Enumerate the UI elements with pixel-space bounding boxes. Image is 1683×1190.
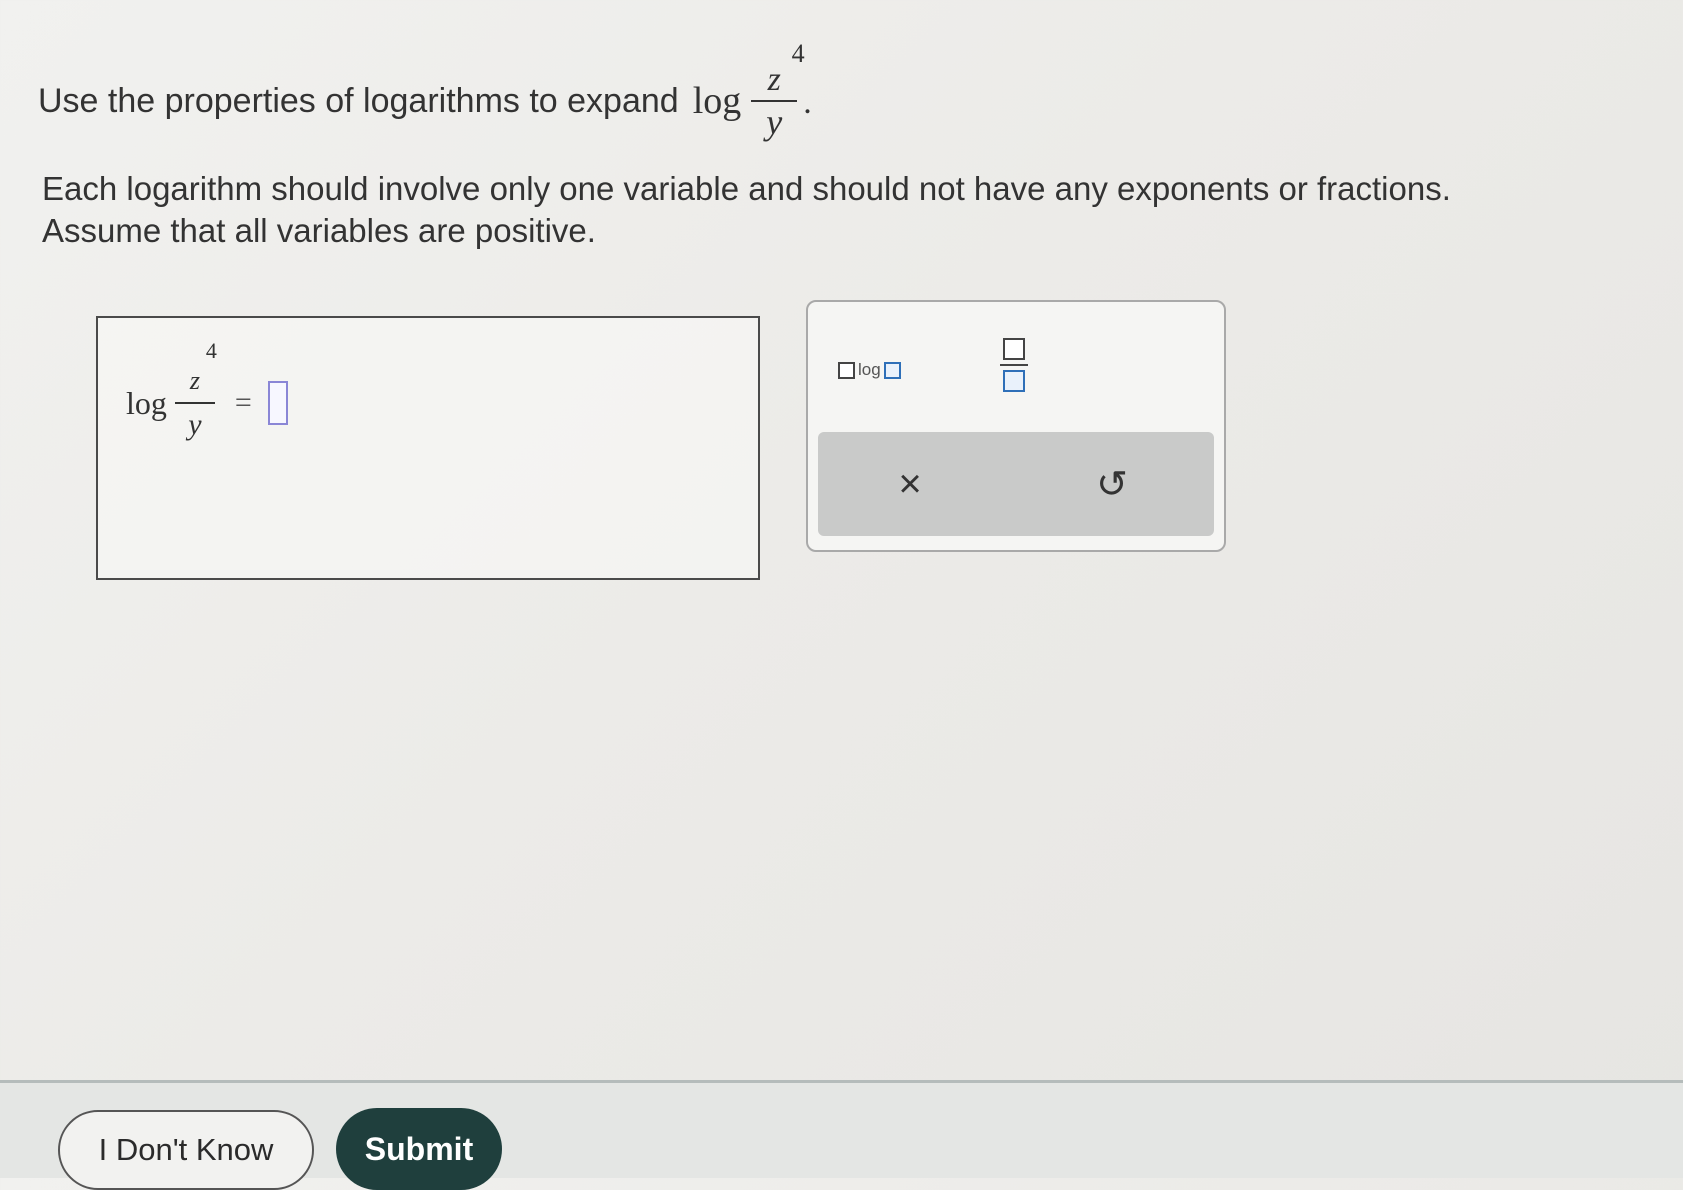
question-log: log [692,80,742,122]
answer-equals: = [234,386,252,419]
question-exponent: 4 [791,39,805,68]
question-fraction: z 4 y [751,39,805,142]
log-key-label: log [858,360,881,379]
question-math: log z 4 y . [692,39,812,142]
answer-box[interactable]: log z 4 y = [96,316,760,580]
question-numerator: z 4 [767,39,805,100]
log-base-key[interactable]: log [838,360,901,380]
clear-button[interactable]: × [878,454,942,514]
undo-button[interactable]: ↺ [1080,454,1144,514]
dont-know-button[interactable]: I Don't Know [58,1110,314,1190]
fraction-denominator-placeholder-icon [1003,370,1025,392]
instructions: Each logarithm should involve only one v… [42,168,1451,252]
fraction-bar-icon [1000,364,1028,366]
log-argument-placeholder-icon [883,361,901,379]
keypad-action-bar: × ↺ [818,432,1214,536]
question-numerator-var: z [767,61,781,98]
answer-expression: log z 4 y = [126,338,288,441]
answer-fraction-bar [174,402,215,404]
question-line: Use the properties of logarithms to expa… [38,39,812,142]
answer-denominator: y [188,408,202,441]
close-icon: × [898,461,922,506]
math-keypad: log × ↺ [806,300,1226,552]
instructions-line-2: Assume that all variables are positive. [42,212,596,249]
question-denominator: y [766,102,783,142]
instructions-line-1: Each logarithm should involve only one v… [42,170,1451,207]
undo-icon: ↺ [1096,463,1128,506]
log-base-placeholder-icon [838,361,855,379]
answer-numerator: z 4 [189,338,217,396]
question-period: . [803,84,812,121]
answer-exponent: 4 [205,338,217,363]
fraction-key[interactable] [1000,338,1028,392]
submit-button[interactable]: Submit [336,1108,502,1190]
answer-fraction: z 4 y [174,338,217,441]
answer-log: log [126,384,167,421]
fraction-numerator-placeholder-icon [1003,338,1025,360]
answer-input-slot[interactable] [267,381,288,425]
page: Use the properties of logarithms to expa… [0,0,1683,1190]
answer-numerator-var: z [189,366,200,395]
question-text: Use the properties of logarithms to expa… [38,81,679,120]
